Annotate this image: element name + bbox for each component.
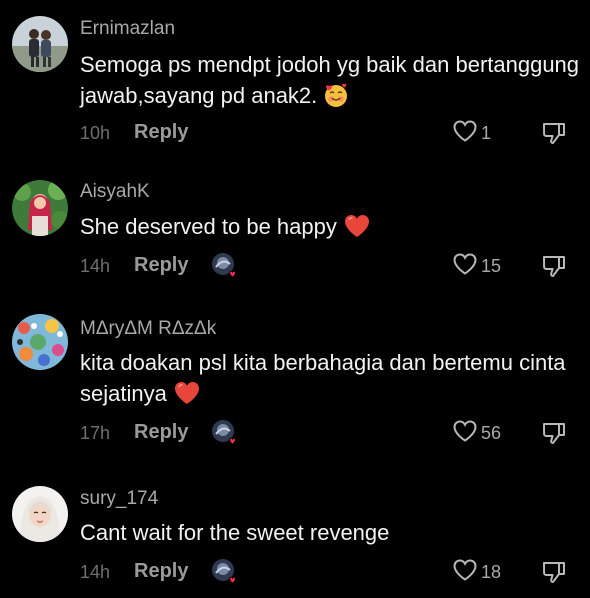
reply-button[interactable]: Reply: [134, 421, 188, 444]
dislike-button[interactable]: [541, 254, 567, 283]
thumbs-down-icon: [541, 256, 567, 282]
like-button[interactable]: 18: [452, 558, 501, 586]
dislike-button[interactable]: [541, 560, 567, 589]
like-button[interactable]: 56: [452, 419, 501, 447]
heart-outline-icon: [452, 419, 478, 448]
reply-button[interactable]: Reply: [134, 121, 188, 144]
comment-username[interactable]: MΔryΔM RΔzΔk: [80, 318, 216, 340]
reply-button[interactable]: Reply: [134, 254, 188, 277]
comment-text-body: kita doakan psl kita berbahagia dan bert…: [80, 350, 566, 406]
comment-username[interactable]: AisyahK: [80, 181, 150, 203]
red-heart-icon: [173, 380, 201, 414]
heart-outline-icon: [452, 119, 478, 148]
comment-username[interactable]: Ernimazlan: [80, 18, 175, 40]
comment-text: kita doakan psl kita berbahagia dan bert…: [80, 347, 580, 414]
heart-outline-icon: [452, 252, 478, 281]
comment-timestamp: 10h: [80, 123, 111, 143]
comment-meta: 10h Reply 1: [80, 119, 590, 149]
dislike-button[interactable]: [541, 421, 567, 450]
comment-item: MΔryΔM RΔzΔk kita doakan psl kita berbah…: [0, 300, 590, 470]
comment-timestamp: 14h: [80, 562, 111, 582]
comment-item: AisyahK She deserved to be happy 14h Rep…: [0, 150, 590, 300]
like-button[interactable]: 1: [452, 119, 491, 147]
like-count: 1: [481, 122, 492, 143]
comment-meta: 14h Reply 15: [80, 252, 590, 282]
like-count: 56: [481, 422, 502, 443]
like-count: 15: [481, 255, 502, 276]
heart-outline-icon: [452, 558, 478, 587]
thumbs-down-icon: [541, 423, 567, 449]
comment-timestamp: 17h: [80, 423, 111, 443]
avatar[interactable]: [12, 180, 68, 236]
smiling-face-with-hearts-icon: [323, 82, 349, 116]
like-button[interactable]: 15: [452, 252, 501, 280]
comment-meta: 17h Reply 56: [80, 419, 590, 449]
comment-text-body: She deserved to be happy: [80, 214, 337, 239]
avatar[interactable]: [12, 16, 68, 72]
comment-item: Ernimazlan Semoga ps mendpt jodoh yg bai…: [0, 0, 590, 150]
comment-text: She deserved to be happy: [80, 211, 580, 247]
like-count: 18: [481, 561, 502, 582]
comment-timestamp: 14h: [80, 256, 111, 276]
comment-text: Cant wait for the sweet revenge: [80, 517, 580, 548]
dislike-button[interactable]: [541, 121, 567, 150]
liked-by-creator-badge: [211, 419, 239, 447]
avatar[interactable]: [12, 486, 68, 542]
comment-meta: 14h Reply 18: [80, 558, 590, 588]
comment-text-body: Cant wait for the sweet revenge: [80, 520, 390, 545]
comment-username[interactable]: sury_174: [80, 488, 158, 510]
liked-by-creator-badge: [211, 252, 239, 280]
avatar[interactable]: [12, 314, 68, 370]
thumbs-down-icon: [541, 123, 567, 149]
thumbs-down-icon: [541, 562, 567, 588]
liked-by-creator-badge: [211, 558, 239, 586]
comment-item: sury_174 Cant wait for the sweet revenge…: [0, 470, 590, 598]
reply-button[interactable]: Reply: [134, 560, 188, 583]
comment-text: Semoga ps mendpt jodoh yg baik dan berta…: [80, 49, 580, 116]
red-heart-icon: [343, 213, 371, 247]
